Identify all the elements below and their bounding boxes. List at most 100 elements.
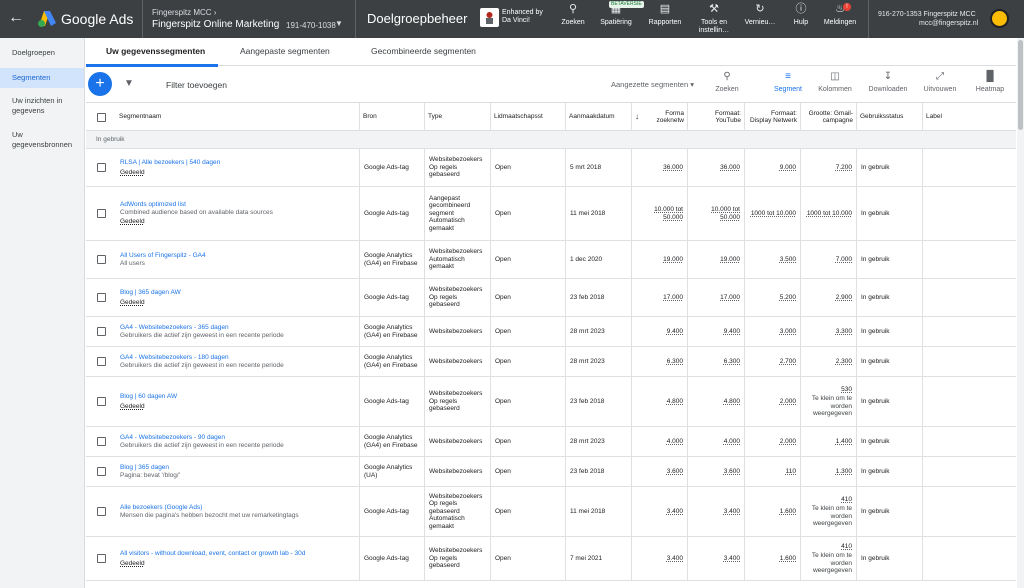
- nav-refresh[interactable]: ↻ Vernieu…: [741, 3, 779, 27]
- gmail-size-value[interactable]: 3.300: [836, 328, 852, 336]
- segment-name-link[interactable]: AdWords optimized list: [120, 201, 355, 209]
- youtube-size-value[interactable]: 3.400: [724, 555, 740, 563]
- search-size-value[interactable]: 10.000 tot 50.000: [636, 206, 683, 221]
- segment-name-link[interactable]: GA4 - Websitebezoekers - 365 dagen: [120, 324, 355, 332]
- tool-expand[interactable]: ⤢ Uitvouwen: [920, 71, 960, 94]
- gmail-size-value[interactable]: 1.300: [836, 468, 852, 476]
- account-name[interactable]: Fingerspitz Online Marketing: [152, 19, 279, 31]
- header-label[interactable]: Label: [923, 103, 1016, 131]
- gmail-size-value[interactable]: 1.400: [836, 438, 852, 446]
- table-row[interactable]: GA4 - Websitebezoekers - 90 dagen Gebruik…: [86, 427, 1016, 457]
- search-size-value[interactable]: 19.000: [663, 256, 683, 264]
- table-row[interactable]: Blog | 365 dagen AW Gedeeld Google Ads-tag…: [86, 279, 1016, 317]
- select-all-checkbox[interactable]: [86, 103, 116, 131]
- youtube-size-value[interactable]: 10.000 tot 50.000: [692, 206, 740, 221]
- display-size-value[interactable]: 1000 tot 10.000: [751, 210, 796, 218]
- youtube-size-value[interactable]: 3.400: [724, 508, 740, 516]
- display-size-value[interactable]: 2.000: [780, 398, 796, 406]
- search-size-value[interactable]: 4.800: [667, 398, 683, 406]
- account-manager[interactable]: Fingerspitz MCC ›: [152, 8, 216, 17]
- gmail-size-value[interactable]: 530: [841, 386, 852, 394]
- gmail-size-value[interactable]: 410: [841, 543, 852, 551]
- display-size-value[interactable]: 3.500: [780, 256, 796, 264]
- youtube-size-value[interactable]: 4.800: [724, 398, 740, 406]
- nav-search[interactable]: ⚲ Zoeken: [560, 3, 586, 27]
- search-size-value[interactable]: 3.400: [667, 555, 683, 563]
- segment-name-link[interactable]: Blog | 60 dagen AW: [120, 393, 355, 401]
- tab-gecombineerde-segmenten[interactable]: Gecombineerde segmenten: [371, 46, 476, 56]
- segment-name-link[interactable]: GA4 - Websitebezoekers - 90 dagen: [120, 434, 355, 442]
- tool-download[interactable]: ↧ Downloaden: [864, 71, 912, 94]
- search-size-value[interactable]: 6.300: [667, 358, 683, 366]
- gmail-size-value[interactable]: 2.300: [836, 358, 852, 366]
- row-checkbox[interactable]: [86, 537, 116, 580]
- table-row[interactable]: All visitors - without download, event, …: [86, 537, 1016, 581]
- segment-name-link[interactable]: GA4 - Websitebezoekers - 180 dagen: [120, 354, 355, 362]
- shared-badge[interactable]: Gedeeld: [120, 560, 355, 568]
- header-source[interactable]: Bron: [360, 103, 425, 131]
- header-membership[interactable]: Lidmaatschapsst: [491, 103, 566, 131]
- header-segment-name[interactable]: Segmentnaam: [116, 103, 360, 131]
- nav-reports[interactable]: ▤ Rapporten: [645, 3, 685, 27]
- header-format-youtube[interactable]: Formaat: YouTube: [688, 103, 745, 131]
- segment-name-link[interactable]: All visitors - without download, event, …: [120, 550, 355, 558]
- segment-name-link[interactable]: RLSA | Alle bezoekers | 540 dagen: [120, 159, 355, 167]
- scrollbar-thumb[interactable]: [1018, 40, 1023, 130]
- table-row[interactable]: AdWords optimized list Combined audience …: [86, 187, 1016, 241]
- segment-name-link[interactable]: Blog | 365 dagen: [120, 464, 355, 472]
- display-size-value[interactable]: 9.000: [780, 164, 796, 172]
- row-checkbox[interactable]: [86, 241, 116, 278]
- gmail-size-value[interactable]: 410: [841, 496, 852, 504]
- header-format-search[interactable]: ↓ Forma zoeknetw: [632, 103, 688, 131]
- sidebar-item-doelgroepen[interactable]: Doelgroepen: [0, 48, 84, 58]
- youtube-size-value[interactable]: 19.000: [720, 256, 740, 264]
- tool-columns[interactable]: ◫ Kolommen: [815, 71, 855, 94]
- tool-search[interactable]: ⚲ Zoeken: [710, 71, 744, 94]
- display-size-value[interactable]: 1.600: [780, 508, 796, 516]
- gmail-size-value[interactable]: 7.000: [836, 256, 852, 264]
- display-size-value[interactable]: 2.000: [780, 438, 796, 446]
- youtube-size-value[interactable]: 4.000: [724, 438, 740, 446]
- search-size-value[interactable]: 9.400: [667, 328, 683, 336]
- add-segment-button[interactable]: +: [88, 72, 112, 96]
- sidebar-item-gegevensbronnen[interactable]: Uw gegevensbronnen: [0, 130, 84, 150]
- table-row[interactable]: GA4 - Websitebezoekers - 180 dagen Gebrui…: [86, 347, 1016, 377]
- segment-name-link[interactable]: All Users of Fingerspitz - GA4: [120, 252, 355, 260]
- row-checkbox[interactable]: [86, 279, 116, 316]
- row-checkbox[interactable]: [86, 187, 116, 240]
- sidebar-item-inzichten[interactable]: Uw inzichten in gegevens: [0, 96, 84, 116]
- nav-notifications[interactable]: ♨ Meldingen: [820, 3, 860, 27]
- shared-badge[interactable]: Gedeeld: [120, 218, 355, 226]
- filter-icon[interactable]: ▼: [124, 78, 134, 90]
- search-size-value[interactable]: 3.600: [667, 468, 683, 476]
- shared-badge[interactable]: Gedeeld: [120, 403, 355, 411]
- nav-tools[interactable]: ⚒ Tools en instellin…: [695, 3, 733, 35]
- youtube-size-value[interactable]: 3.600: [724, 468, 740, 476]
- display-size-value[interactable]: 110: [786, 468, 796, 476]
- search-size-value[interactable]: 3.400: [667, 508, 683, 516]
- search-size-value[interactable]: 36.000: [663, 164, 683, 172]
- row-checkbox[interactable]: [86, 377, 116, 426]
- segment-name-link[interactable]: Alle bezoekers (Google Ads): [120, 504, 355, 512]
- header-usage-status[interactable]: Gebruiksstatus: [857, 103, 923, 131]
- table-row[interactable]: RLSA | Alle bezoekers | 540 dagen Gedeeld…: [86, 149, 1016, 187]
- table-row[interactable]: Blog | 60 dagen AW Gedeeld Google Ads-tag W…: [86, 377, 1016, 427]
- gmail-size-value[interactable]: 7.200: [836, 164, 852, 172]
- row-checkbox[interactable]: [86, 347, 116, 376]
- tab-aangepaste-segmenten[interactable]: Aangepaste segmenten: [240, 46, 330, 56]
- gmail-size-value[interactable]: 1000 tot 10.000: [807, 210, 852, 218]
- shared-badge[interactable]: Gedeeld: [120, 169, 355, 177]
- display-size-value[interactable]: 2.700: [780, 358, 796, 366]
- header-format-display[interactable]: Formaat: Display Netwerk: [745, 103, 801, 131]
- header-size-gmail[interactable]: Grootte: Gmail-campagne: [801, 103, 857, 131]
- table-row[interactable]: Blog | 365 dagen Pagina: bevat '/blog/' Go…: [86, 457, 1016, 487]
- nav-help[interactable]: ⓘ Hulp: [788, 3, 814, 27]
- shared-badge[interactable]: Gedeeld: [120, 299, 355, 307]
- row-checkbox[interactable]: [86, 457, 116, 486]
- sidebar-item-segmenten[interactable]: Segmenten: [0, 68, 84, 88]
- tool-segment[interactable]: ≡ Segment: [770, 71, 806, 94]
- tab-gegevenssegmenten[interactable]: Uw gegevenssegmenten: [106, 46, 205, 56]
- tool-heatmap[interactable]: █ Heatmap: [972, 71, 1008, 94]
- row-checkbox[interactable]: [86, 427, 116, 456]
- table-row[interactable]: All Users of Fingerspitz - GA4 All users G…: [86, 241, 1016, 279]
